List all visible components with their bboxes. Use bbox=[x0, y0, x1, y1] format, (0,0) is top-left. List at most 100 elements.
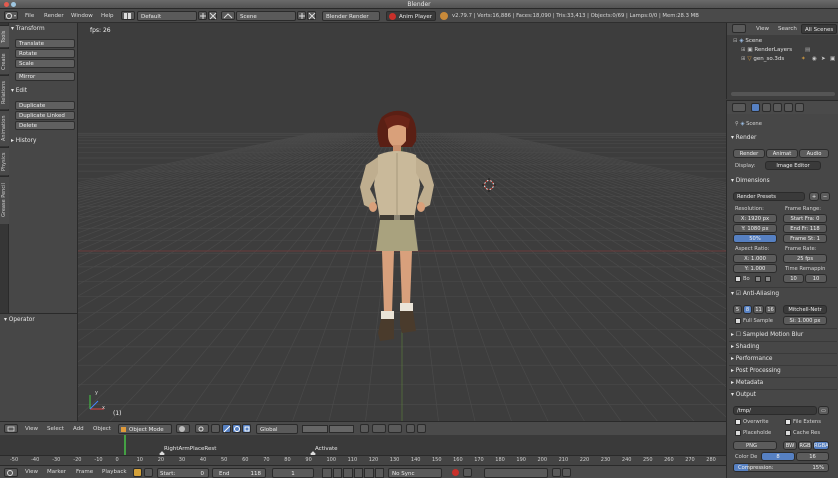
active-keying-set-field[interactable] bbox=[484, 468, 548, 478]
remove-scene-icon[interactable] bbox=[307, 11, 316, 20]
scene-field[interactable]: Scene bbox=[236, 11, 296, 21]
visibility-eye-icon[interactable]: ◉ bbox=[812, 55, 817, 64]
snap-icon[interactable] bbox=[388, 424, 402, 433]
browse-folder-icon[interactable]: ▭ bbox=[818, 406, 829, 415]
file-format-dropdown[interactable]: PNG bbox=[733, 441, 777, 450]
frame-step-field[interactable]: Frame St: 1 bbox=[783, 234, 827, 243]
character-model[interactable] bbox=[346, 107, 446, 359]
duplicate-linked-button[interactable]: Duplicate Linked bbox=[15, 111, 75, 120]
crop-lock-checkbox[interactable] bbox=[765, 276, 771, 282]
render-layers-tab-icon[interactable] bbox=[762, 103, 771, 112]
add-preset-icon[interactable]: + bbox=[809, 192, 819, 201]
placeholders-checkbox[interactable] bbox=[735, 430, 741, 436]
sync-mode-dropdown[interactable]: No Sync bbox=[388, 468, 442, 478]
prev-keyframe-icon[interactable] bbox=[332, 468, 342, 478]
editor-type-icon[interactable] bbox=[732, 103, 746, 112]
render-section-header[interactable]: ▾ Render bbox=[731, 133, 756, 143]
remove-layout-icon[interactable] bbox=[208, 11, 217, 20]
file-extensions-checkbox[interactable] bbox=[785, 419, 791, 425]
manipulator-toggle-icon[interactable] bbox=[211, 424, 220, 433]
menu-marker[interactable]: Marker bbox=[44, 467, 69, 477]
color-mode-bw[interactable]: BW bbox=[783, 441, 797, 450]
color-depth-8[interactable]: 8 bbox=[761, 452, 795, 461]
render-presets-dropdown[interactable]: Render Presets bbox=[733, 192, 805, 201]
aa-filter-dropdown[interactable]: Mitchell-Netr bbox=[783, 305, 827, 314]
resolution-y-field[interactable]: Y: 1080 px bbox=[733, 224, 777, 233]
menu-help[interactable]: Help bbox=[98, 11, 117, 21]
rotate-manipulator-icon[interactable] bbox=[232, 424, 241, 433]
marker-right-arm-place-rest[interactable]: RightArmPlaceRest bbox=[164, 446, 216, 452]
3d-viewport[interactable]: fps: 26 y x (1) bbox=[78, 23, 726, 421]
shading-mode-icon[interactable] bbox=[176, 424, 190, 433]
play-reverse-icon[interactable] bbox=[343, 468, 353, 478]
frame-rate-dropdown[interactable]: 25 fps bbox=[783, 254, 827, 263]
resolution-x-field[interactable]: X: 1920 px bbox=[733, 214, 777, 223]
tab-tools[interactable]: Tools bbox=[0, 25, 9, 47]
proportional-edit-icon[interactable] bbox=[372, 424, 386, 433]
layer-block-1[interactable] bbox=[302, 425, 328, 433]
render-engine-dropdown[interactable]: Blender Render bbox=[322, 11, 380, 21]
lock-layers-icon[interactable] bbox=[360, 424, 369, 433]
insert-keyframe-icon[interactable] bbox=[552, 468, 561, 477]
add-layout-icon[interactable] bbox=[198, 11, 207, 20]
outliner-row-gen-so[interactable]: ⊞ ▽ gen_so.3ds ✶ ◉ ➤ ▣ bbox=[727, 55, 838, 64]
cache-result-checkbox[interactable] bbox=[785, 430, 791, 436]
overwrite-checkbox[interactable] bbox=[735, 419, 741, 425]
full-sample-checkbox[interactable] bbox=[735, 318, 741, 324]
editor-type-icon[interactable] bbox=[732, 24, 746, 33]
jump-start-icon[interactable] bbox=[322, 468, 332, 478]
time-remap-new-field[interactable]: 10 bbox=[805, 274, 827, 283]
motion-blur-checkbox[interactable]: ☐ bbox=[736, 332, 741, 338]
scene-tab-icon[interactable] bbox=[773, 103, 782, 112]
add-scene-icon[interactable] bbox=[297, 11, 306, 20]
transform-panel-header[interactable]: ▾ Transform bbox=[11, 24, 45, 34]
jump-end-icon[interactable] bbox=[374, 468, 384, 478]
screen-layout-field[interactable]: Default bbox=[137, 11, 197, 21]
keying-set-icon[interactable] bbox=[463, 468, 472, 477]
color-mode-rgba[interactable]: RGBA bbox=[813, 441, 829, 450]
world-tab-icon[interactable] bbox=[784, 103, 793, 112]
menu-view[interactable]: View bbox=[753, 24, 772, 34]
display-dropdown[interactable]: Image Editor bbox=[765, 161, 821, 170]
translate-button[interactable]: Translate bbox=[15, 39, 75, 48]
tab-physics[interactable]: Physics bbox=[0, 147, 9, 175]
aa-samples-11[interactable]: 11 bbox=[753, 305, 764, 314]
start-frame-field[interactable]: Start: 0 bbox=[157, 468, 209, 478]
aa-samples-16[interactable]: 16 bbox=[765, 305, 776, 314]
sampled-motion-blur-section[interactable]: ▸ ☐ Sampled Motion Blur bbox=[731, 330, 803, 340]
record-icon[interactable] bbox=[452, 469, 459, 476]
frame-end-field[interactable]: End Fr: 118 bbox=[783, 224, 827, 233]
scale-manipulator-icon[interactable] bbox=[242, 424, 251, 433]
color-mode-rgb[interactable]: RGB bbox=[798, 441, 812, 450]
outliner-filter-dropdown[interactable]: All Scenes bbox=[801, 24, 837, 34]
layout-grid-icon[interactable] bbox=[121, 11, 135, 20]
tab-create[interactable]: Create bbox=[0, 48, 9, 74]
aa-enable-checkbox[interactable]: ☑ bbox=[736, 291, 741, 297]
current-frame-field[interactable]: 1 bbox=[272, 468, 314, 478]
performance-section[interactable]: ▸ Performance bbox=[731, 354, 773, 364]
render-tab-icon[interactable] bbox=[751, 103, 760, 112]
renderable-camera-icon[interactable]: ▣ bbox=[830, 55, 835, 64]
editor-type-icon[interactable] bbox=[4, 424, 18, 433]
menu-object[interactable]: Object bbox=[90, 424, 114, 434]
anim-player-button[interactable]: Anim Player bbox=[386, 11, 436, 21]
menu-render[interactable]: Render bbox=[41, 11, 67, 21]
shading-section[interactable]: ▸ Shading bbox=[731, 342, 759, 352]
delete-keyframe-icon[interactable] bbox=[562, 468, 571, 477]
rotate-button[interactable]: Rotate bbox=[15, 49, 75, 58]
opengl-render-icon[interactable] bbox=[406, 424, 415, 433]
mirror-button[interactable]: Mirror bbox=[15, 72, 75, 81]
menu-add[interactable]: Add bbox=[70, 424, 87, 434]
layer-block-2[interactable] bbox=[328, 425, 354, 433]
selectable-arrow-icon[interactable]: ➤ bbox=[821, 55, 826, 64]
object-tab-icon[interactable] bbox=[795, 103, 804, 112]
metadata-section[interactable]: ▸ Metadata bbox=[731, 378, 763, 388]
history-panel-header[interactable]: ▸ History bbox=[11, 136, 36, 146]
render-audio-button[interactable]: Audio bbox=[799, 149, 829, 158]
next-keyframe-icon[interactable] bbox=[364, 468, 374, 478]
aspect-y-field[interactable]: Y: 1.000 bbox=[733, 264, 777, 273]
outliner-scrollbar[interactable] bbox=[731, 92, 835, 96]
tab-animation[interactable]: Animation bbox=[0, 110, 9, 146]
menu-playback[interactable]: Playback bbox=[99, 467, 130, 477]
scene-icon[interactable] bbox=[221, 11, 235, 20]
